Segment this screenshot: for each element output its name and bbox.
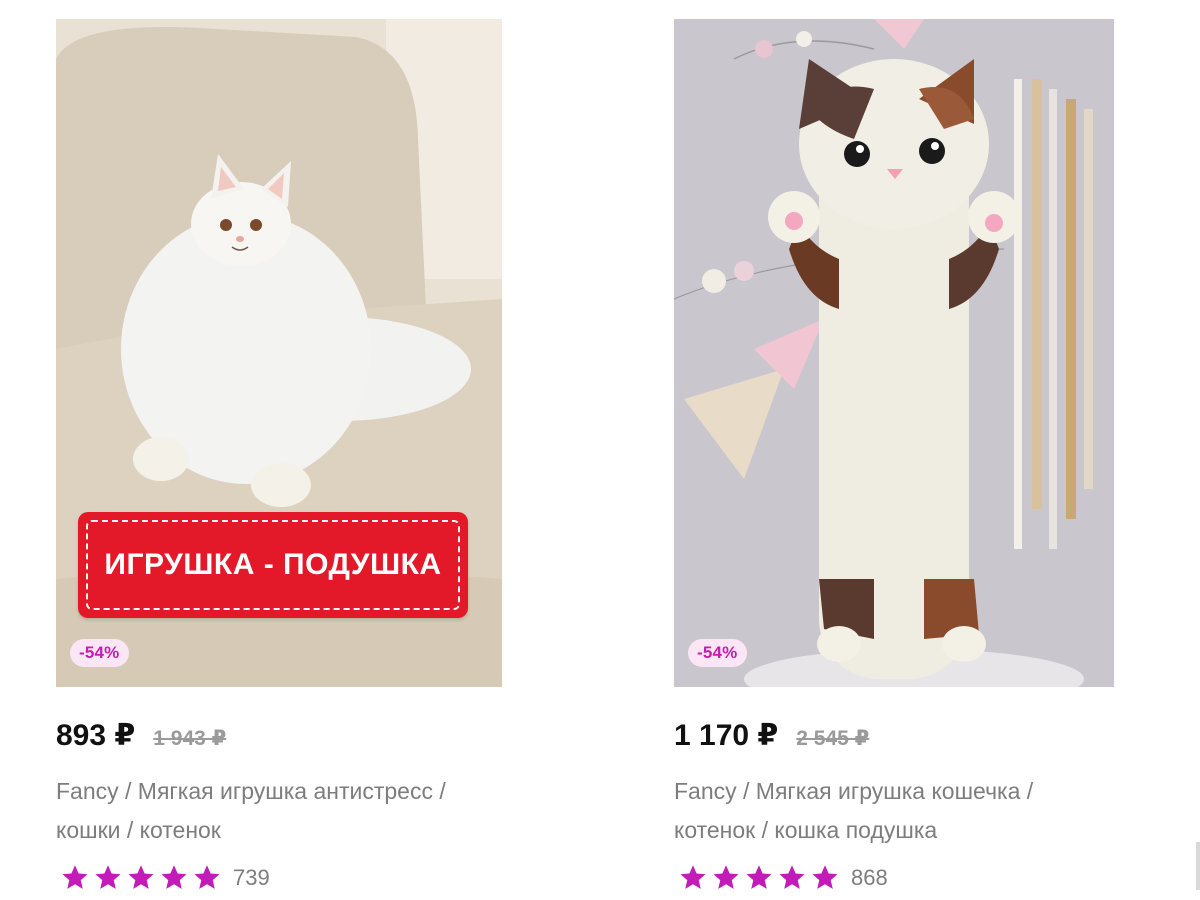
product-image[interactable]: -54% xyxy=(674,19,1114,687)
star-icon xyxy=(746,865,772,889)
star-icon xyxy=(812,865,838,889)
discount-badge: -54% xyxy=(70,639,129,667)
star-icon xyxy=(779,865,805,889)
rating[interactable]: 868 xyxy=(678,862,888,894)
rating[interactable]: 739 xyxy=(60,862,270,894)
current-price: 893 ₽ xyxy=(56,719,136,752)
product-image[interactable]: ИГРУШКА - ПОДУШКА -54% xyxy=(56,19,502,687)
product-title-link[interactable]: Fancy / Мягкая игрушка антистресс / кошк… xyxy=(56,772,496,850)
review-count: 868 xyxy=(851,865,888,890)
scroll-edge xyxy=(1196,842,1200,890)
star-icon xyxy=(161,865,187,889)
star-icon xyxy=(680,865,706,889)
current-price: 1 170 ₽ xyxy=(674,719,779,752)
promo-banner: ИГРУШКА - ПОДУШКА xyxy=(78,512,468,618)
product-title-link[interactable]: Fancy / Мягкая игрушка кошечка / котенок… xyxy=(674,772,1114,850)
star-icon xyxy=(128,865,154,889)
star-icon xyxy=(713,865,739,889)
review-count: 739 xyxy=(233,865,270,890)
discount-badge: -54% xyxy=(688,639,747,667)
product-photo-long-cat-pillow xyxy=(674,19,1114,687)
price-row: 893 ₽ 1 943 ₽ xyxy=(56,718,226,758)
star-icon xyxy=(95,865,121,889)
price-row: 1 170 ₽ 2 545 ₽ xyxy=(674,718,869,758)
star-icon xyxy=(62,865,88,889)
old-price: 2 545 ₽ xyxy=(796,727,870,750)
promo-banner-text: ИГРУШКА - ПОДУШКА xyxy=(104,548,442,581)
old-price: 1 943 ₽ xyxy=(153,727,227,750)
star-icon xyxy=(194,865,220,889)
